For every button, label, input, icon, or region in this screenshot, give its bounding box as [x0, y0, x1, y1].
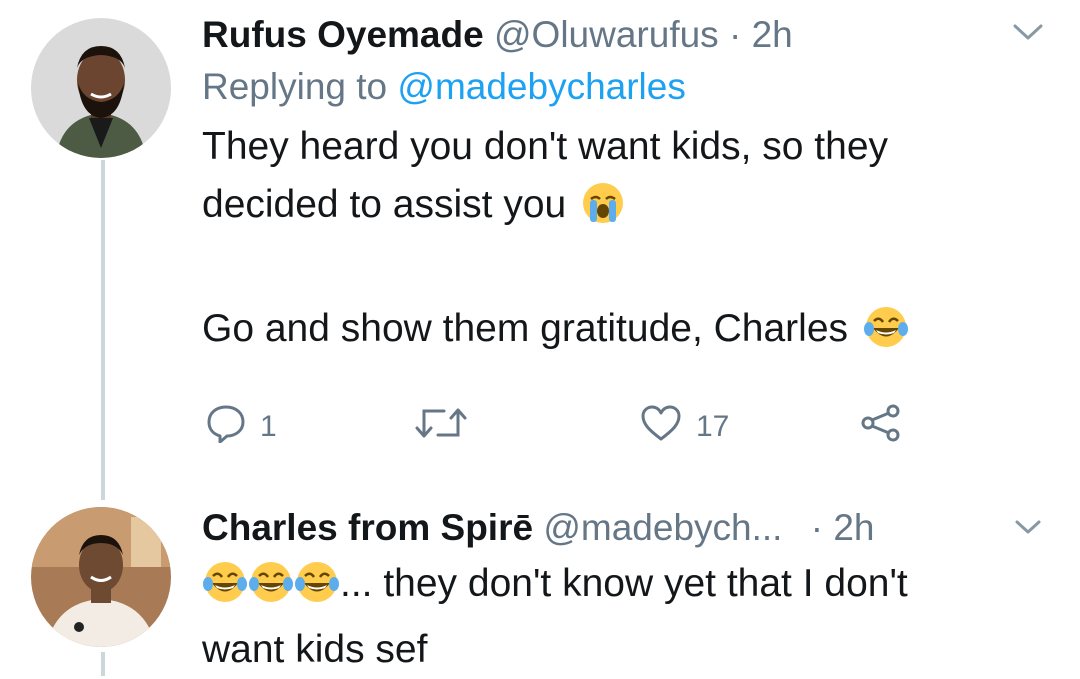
tweet-text-line-3: Go and show them gratitude, Charles [202, 300, 1042, 366]
retweet-button[interactable] [414, 405, 468, 449]
heart-icon [640, 404, 682, 450]
tweet-text-line: They heard you don't want kids, so they [202, 125, 889, 168]
chevron-down-icon[interactable] [1012, 22, 1044, 47]
tweet-header: Charles from Spirē @madebych... · 2h [202, 505, 1042, 551]
reply-count: 1 [260, 410, 277, 443]
tweet-text-segment: Go and show them gratitude, Charles [202, 307, 849, 350]
retweet-icon [414, 405, 468, 449]
reply-icon [206, 403, 246, 451]
avatar-rufus[interactable] [31, 18, 171, 158]
replying-mention-link[interactable]: @madebycharles [397, 66, 685, 107]
tweet-text-segment: decided to assist you [202, 183, 567, 226]
avatar-charles[interactable] [31, 507, 171, 647]
timestamp[interactable]: 2h [752, 14, 793, 55]
like-button[interactable]: 17 [640, 404, 729, 450]
share-button[interactable] [860, 403, 902, 451]
thread-connector-line-bottom [101, 652, 105, 676]
share-icon [860, 403, 902, 451]
tweet-text-line-2: decided to assist you [202, 176, 1042, 242]
reply-button[interactable]: 1 [206, 403, 277, 451]
tweet-charles[interactable]: Charles from Spirē @madebych... · 2h ...… [202, 505, 1042, 679]
author-name[interactable]: Charles from Spirē [202, 507, 533, 548]
tweet-rufus[interactable]: Rufus Oyemade @Oluwarufus · 2h Replying … [202, 12, 1042, 366]
tweet-text: ... they don't know yet that I don't wan… [202, 555, 1042, 679]
thread-connector-line [101, 160, 105, 500]
replying-prefix: Replying to [202, 66, 388, 107]
timestamp[interactable]: 2h [833, 507, 874, 548]
author-name[interactable]: Rufus Oyemade [202, 14, 484, 55]
tweet-text-segment: ... they don't know yet that I don't [340, 562, 908, 605]
separator-dot: · [810, 507, 824, 548]
face-with-tears-of-joy-icon [863, 305, 909, 366]
chevron-down-icon[interactable] [1014, 518, 1042, 541]
author-handle[interactable]: @madebych... [543, 507, 782, 548]
tweet-text: They heard you don't want kids, so they … [202, 118, 1042, 366]
like-count: 17 [696, 410, 730, 443]
replying-to: Replying to @madebycharles [202, 64, 1042, 110]
loudly-crying-face-icon [581, 181, 625, 242]
separator-dot: · [728, 14, 742, 55]
tweet-text-line-2: want kids sef [202, 628, 428, 671]
face-with-tears-of-joy-icon [248, 560, 294, 621]
face-with-tears-of-joy-icon [294, 560, 340, 621]
tweet-text-line: ... they don't know yet that I don't [202, 555, 1042, 621]
face-with-tears-of-joy-icon [202, 560, 248, 621]
tweet-header: Rufus Oyemade @Oluwarufus · 2h [202, 12, 1042, 58]
author-handle[interactable]: @Oluwarufus [494, 14, 719, 55]
